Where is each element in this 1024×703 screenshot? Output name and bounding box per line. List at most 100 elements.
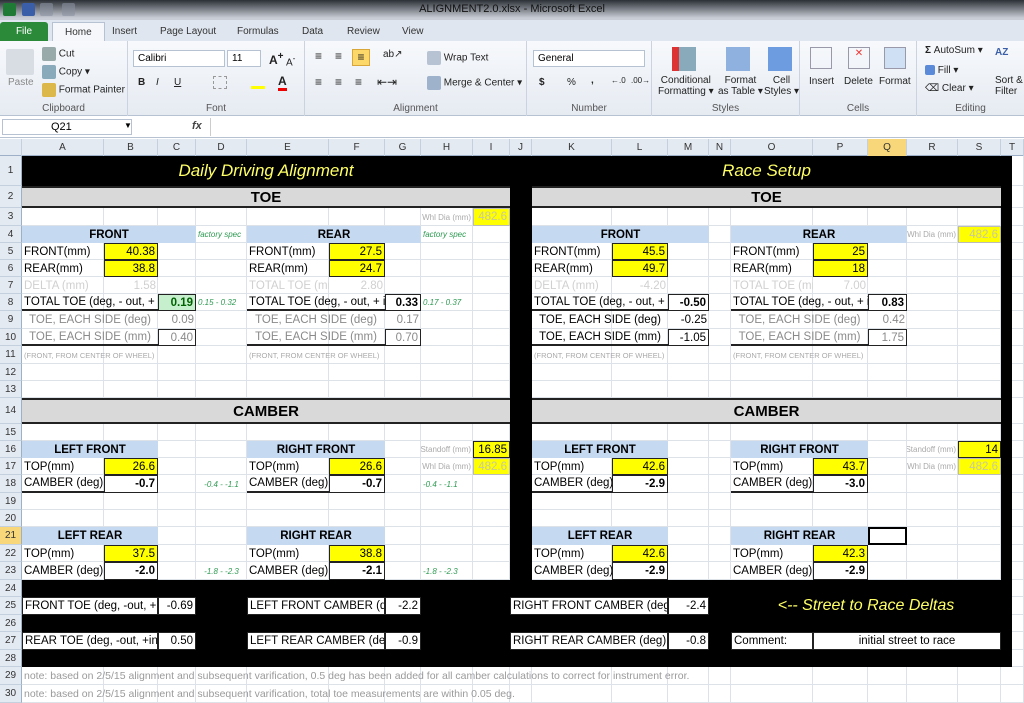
- cell[interactable]: [709, 277, 731, 294]
- cell-value[interactable]: 14: [958, 441, 1001, 458]
- cell[interactable]: [709, 260, 731, 277]
- cell[interactable]: [421, 311, 473, 329]
- cell[interactable]: [868, 562, 907, 580]
- merge-center-button[interactable]: Merge & Center ▾: [427, 76, 522, 90]
- wrap-text-button[interactable]: Wrap Text: [427, 51, 488, 65]
- cell[interactable]: [668, 545, 709, 562]
- cell[interactable]: [868, 243, 907, 260]
- column-header-E[interactable]: E: [247, 139, 329, 156]
- fill-color-icon[interactable]: [251, 75, 265, 89]
- name-box[interactable]: Q21: [2, 119, 132, 135]
- cell[interactable]: [907, 329, 958, 346]
- cell[interactable]: [813, 208, 868, 226]
- cell[interactable]: [731, 493, 813, 510]
- row-header-8[interactable]: 8: [0, 294, 22, 311]
- cell[interactable]: [612, 424, 668, 441]
- cell[interactable]: [473, 346, 510, 364]
- borders-icon[interactable]: [213, 76, 227, 89]
- bold-button[interactable]: B: [138, 77, 145, 88]
- cell[interactable]: [196, 346, 247, 364]
- cell[interactable]: [421, 381, 473, 398]
- cell[interactable]: [668, 364, 709, 381]
- cell[interactable]: [473, 424, 510, 441]
- cell[interactable]: [247, 493, 329, 510]
- cell[interactable]: [868, 667, 907, 685]
- cell[interactable]: [907, 685, 958, 703]
- cell[interactable]: [196, 441, 247, 458]
- cell[interactable]: [958, 685, 1001, 703]
- column-header-B[interactable]: B: [104, 139, 158, 156]
- cell[interactable]: [385, 527, 421, 545]
- row-header-23[interactable]: 23: [0, 562, 22, 580]
- column-header-F[interactable]: F: [329, 139, 385, 156]
- cell[interactable]: [868, 458, 907, 475]
- cell[interactable]: [196, 458, 247, 475]
- cell[interactable]: [532, 685, 612, 703]
- cell[interactable]: [158, 527, 196, 545]
- cell[interactable]: [709, 493, 731, 510]
- cell[interactable]: [709, 346, 731, 364]
- cell-value[interactable]: 42.6: [612, 545, 668, 562]
- cell[interactable]: [196, 493, 247, 510]
- cell[interactable]: [158, 475, 196, 493]
- cell-value[interactable]: 482.6: [958, 226, 1001, 243]
- cell[interactable]: [907, 208, 958, 226]
- row-header-3[interactable]: 3: [0, 208, 22, 226]
- column-header-A[interactable]: A: [22, 139, 104, 156]
- cell[interactable]: [329, 208, 385, 226]
- row-header-29[interactable]: 29: [0, 667, 22, 685]
- row-header-27[interactable]: 27: [0, 632, 22, 650]
- cell[interactable]: [731, 685, 813, 703]
- cell-styles-button[interactable]: Cell Styles ▾: [764, 75, 799, 97]
- cell[interactable]: [958, 260, 1001, 277]
- cell[interactable]: [329, 424, 385, 441]
- comma-button[interactable]: ,: [591, 75, 594, 86]
- cell[interactable]: [668, 685, 709, 703]
- cell[interactable]: [868, 277, 907, 294]
- cell[interactable]: [709, 294, 731, 311]
- cell[interactable]: [907, 260, 958, 277]
- row-header-4[interactable]: 4: [0, 226, 22, 243]
- cell[interactable]: [196, 510, 247, 527]
- cell[interactable]: [907, 545, 958, 562]
- cell[interactable]: [907, 294, 958, 311]
- cell[interactable]: [421, 527, 473, 545]
- cell[interactable]: [731, 208, 813, 226]
- row-header-11[interactable]: 11: [0, 346, 22, 364]
- format-as-table-button[interactable]: Format as Table ▾: [718, 75, 763, 97]
- cell[interactable]: [668, 475, 709, 493]
- cell[interactable]: [473, 243, 510, 260]
- formula-input[interactable]: [210, 118, 1022, 136]
- cell[interactable]: [385, 364, 421, 381]
- cell[interactable]: [473, 562, 510, 580]
- paste-button[interactable]: Paste: [8, 77, 34, 88]
- copy-button[interactable]: Copy ▾: [42, 65, 90, 79]
- cell[interactable]: [22, 364, 104, 381]
- cell[interactable]: [385, 493, 421, 510]
- row-header-12[interactable]: 12: [0, 364, 22, 381]
- font-size-select[interactable]: 11: [227, 50, 261, 67]
- cell[interactable]: [868, 364, 907, 381]
- column-header-N[interactable]: N: [709, 139, 731, 156]
- cell[interactable]: [709, 226, 731, 243]
- cell[interactable]: [473, 527, 510, 545]
- row-header-2[interactable]: 2: [0, 186, 22, 208]
- cell[interactable]: [421, 346, 473, 364]
- cell[interactable]: [196, 243, 247, 260]
- cell[interactable]: [668, 208, 709, 226]
- cell[interactable]: [612, 493, 668, 510]
- cell-value[interactable]: 38.8: [329, 545, 385, 562]
- cell[interactable]: [958, 562, 1001, 580]
- cell[interactable]: [247, 208, 329, 226]
- cell[interactable]: [158, 510, 196, 527]
- column-header-T[interactable]: T: [1001, 139, 1024, 156]
- row-header-28[interactable]: 28: [0, 650, 22, 667]
- cell[interactable]: [813, 364, 868, 381]
- cell[interactable]: [612, 510, 668, 527]
- column-header-H[interactable]: H: [421, 139, 473, 156]
- cell[interactable]: [958, 294, 1001, 311]
- cell-value[interactable]: 43.7: [813, 458, 868, 475]
- row-header-16[interactable]: 16: [0, 441, 22, 458]
- delete-cells-icon[interactable]: ✕: [848, 47, 870, 69]
- cell-value[interactable]: 45.5: [612, 243, 668, 260]
